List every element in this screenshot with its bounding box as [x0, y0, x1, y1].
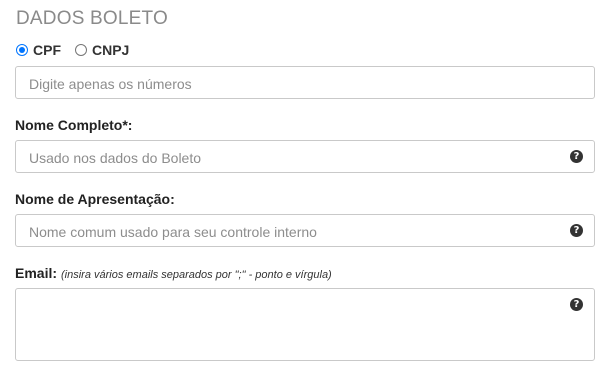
section-title: DADOS BOLETO: [16, 8, 168, 29]
person-type-radio-group: CPF CNPJ: [16, 42, 143, 58]
full-name-label: Nome Completo*:: [15, 117, 133, 133]
email-textarea[interactable]: ?: [15, 288, 595, 361]
display-name-placeholder: Nome comum usado para seu controle inter…: [29, 224, 317, 240]
display-name-input[interactable]: Nome comum usado para seu controle inter…: [15, 214, 595, 247]
question-circle-icon[interactable]: ?: [570, 298, 583, 311]
cpf-radio[interactable]: [16, 44, 28, 56]
full-name-input[interactable]: Usado nos dados do Boleto ?: [15, 140, 595, 173]
display-name-label: Nome de Apresentação:: [15, 191, 175, 207]
document-number-placeholder: Digite apenas os números: [29, 76, 192, 92]
cnpj-radio-label[interactable]: CNPJ: [92, 42, 129, 58]
cpf-radio-label[interactable]: CPF: [33, 42, 61, 58]
question-circle-icon[interactable]: ?: [570, 150, 583, 163]
full-name-placeholder: Usado nos dados do Boleto: [29, 150, 202, 166]
email-label: Email:: [15, 265, 58, 281]
cnpj-radio[interactable]: [75, 44, 87, 56]
email-hint: (insira vários emails separados por ";" …: [61, 269, 332, 281]
question-circle-icon[interactable]: ?: [570, 224, 583, 237]
document-number-input[interactable]: Digite apenas os números: [15, 66, 595, 99]
email-label-row: Email: (insira vários emails separados po…: [15, 265, 332, 281]
